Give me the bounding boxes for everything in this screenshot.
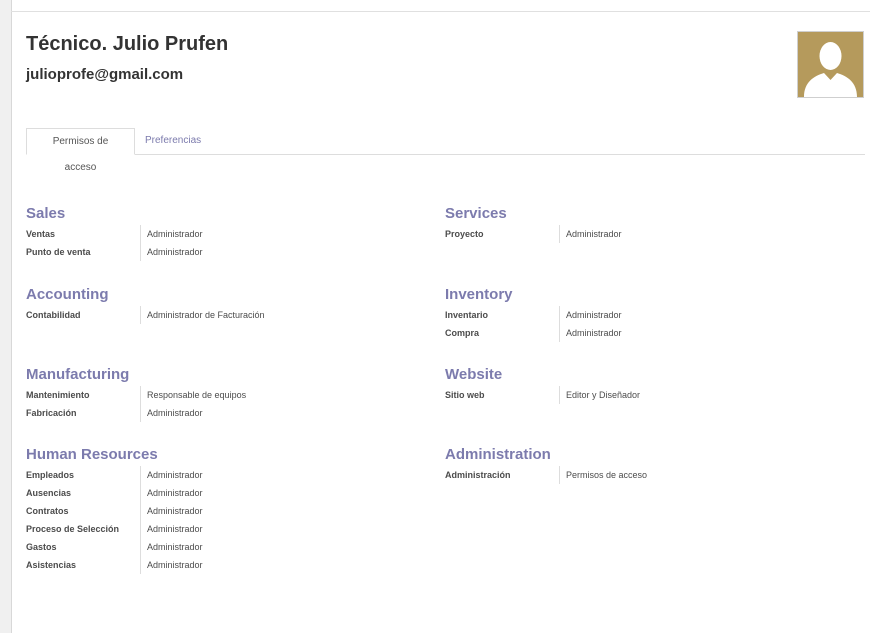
user-name-title: Técnico. Julio Prufen <box>26 33 229 55</box>
field-label: Administración <box>445 470 511 480</box>
field-value[interactable]: Editor y Diseñador <box>566 386 640 404</box>
group-title: Accounting <box>26 286 109 303</box>
field-label: Compra <box>445 328 480 338</box>
field-separator <box>559 225 560 243</box>
field-row: Fabricación Administrador <box>26 404 426 422</box>
field-row: Administración Permisos de acceso <box>445 466 845 484</box>
field-row: Asistencias Administrador <box>26 556 426 574</box>
field-row: Contabilidad Administrador de Facturació… <box>26 306 426 324</box>
field-label: Inventario <box>445 310 489 320</box>
field-row: Proyecto Administrador <box>445 225 845 243</box>
group-title: Inventory <box>445 286 513 303</box>
group-inventory: Inventory Inventario Administrador Compr… <box>445 284 845 342</box>
field-label: Ventas <box>26 229 56 239</box>
field-row: Ventas Administrador <box>26 225 426 243</box>
group-title: Administration <box>445 446 551 463</box>
field-row: Contratos Administrador <box>26 502 426 520</box>
field-separator <box>140 502 141 520</box>
field-label: Punto de venta <box>26 247 91 257</box>
field-label: Mantenimiento <box>26 390 90 400</box>
field-row: Sitio web Editor y Diseñador <box>445 386 845 404</box>
tab-bar: Permisos de acceso Preferencias <box>26 128 865 173</box>
group-sales: Sales Ventas Administrador Punto de vent… <box>26 203 426 261</box>
group-administration: Administration Administración Permisos d… <box>445 444 845 484</box>
field-separator <box>559 386 560 404</box>
field-separator <box>559 306 560 324</box>
field-value[interactable]: Administrador <box>147 556 203 574</box>
field-label: Proyecto <box>445 229 484 239</box>
group-accounting: Accounting Contabilidad Administrador de… <box>26 284 426 324</box>
field-label: Asistencias <box>26 560 77 570</box>
field-separator <box>140 386 141 404</box>
group-manufacturing: Manufacturing Mantenimiento Responsable … <box>26 364 426 422</box>
field-row: Punto de venta Administrador <box>26 243 426 261</box>
field-row: Ausencias Administrador <box>26 484 426 502</box>
field-label: Contabilidad <box>26 310 81 320</box>
field-value[interactable]: Permisos de acceso <box>566 466 647 484</box>
avatar[interactable] <box>797 31 864 98</box>
field-value[interactable]: Administrador <box>147 520 203 538</box>
group-title: Website <box>445 366 503 383</box>
field-row: Gastos Administrador <box>26 538 426 556</box>
top-divider <box>11 11 870 12</box>
field-value[interactable]: Administrador <box>147 484 203 502</box>
field-separator <box>140 538 141 556</box>
field-separator <box>559 324 560 342</box>
field-label: Ausencias <box>26 488 72 498</box>
field-label: Gastos <box>26 542 57 552</box>
field-row: Mantenimiento Responsable de equipos <box>26 386 426 404</box>
group-human-resources: Human Resources Empleados Administrador … <box>26 444 426 574</box>
field-separator <box>140 306 141 324</box>
field-value[interactable]: Administrador de Facturación <box>147 306 265 324</box>
field-value[interactable]: Administrador <box>147 502 203 520</box>
field-value[interactable]: Administrador <box>566 306 622 324</box>
field-separator <box>140 404 141 422</box>
group-services: Services Proyecto Administrador <box>445 203 845 243</box>
field-separator <box>140 243 141 261</box>
group-title: Manufacturing <box>26 366 130 383</box>
group-title: Sales <box>26 205 66 222</box>
field-label: Contratos <box>26 506 69 516</box>
field-separator <box>140 225 141 243</box>
field-value[interactable]: Administrador <box>147 243 203 261</box>
field-value[interactable]: Administrador <box>566 324 622 342</box>
field-row: Proceso de Selección Administrador <box>26 520 426 538</box>
field-value[interactable]: Administrador <box>147 225 203 243</box>
field-row: Inventario Administrador <box>445 306 845 324</box>
tab-preferencias[interactable]: Preferencias <box>135 128 211 154</box>
field-label: Proceso de Selección <box>26 524 120 534</box>
tab-permisos-de-acceso[interactable]: Permisos de acceso <box>26 128 135 173</box>
field-separator <box>140 556 141 574</box>
user-silhouette-icon <box>804 42 857 97</box>
field-label: Sitio web <box>445 390 485 400</box>
left-scroll-edge <box>0 0 12 633</box>
field-value[interactable]: Responsable de equipos <box>147 386 246 404</box>
group-title: Services <box>445 205 507 222</box>
group-website: Website Sitio web Editor y Diseñador <box>445 364 845 404</box>
field-label: Empleados <box>26 470 75 480</box>
field-value[interactable]: Administrador <box>147 404 203 422</box>
user-email: julioprofe@gmail.com <box>26 66 184 83</box>
field-separator <box>559 466 560 484</box>
field-value[interactable]: Administrador <box>566 225 622 243</box>
field-row: Empleados Administrador <box>26 466 426 484</box>
field-separator <box>140 484 141 502</box>
field-row: Compra Administrador <box>445 324 845 342</box>
field-value[interactable]: Administrador <box>147 538 203 556</box>
field-separator <box>140 466 141 484</box>
group-title: Human Resources <box>26 446 158 463</box>
field-separator <box>140 520 141 538</box>
field-label: Fabricación <box>26 408 77 418</box>
field-value[interactable]: Administrador <box>147 466 203 484</box>
